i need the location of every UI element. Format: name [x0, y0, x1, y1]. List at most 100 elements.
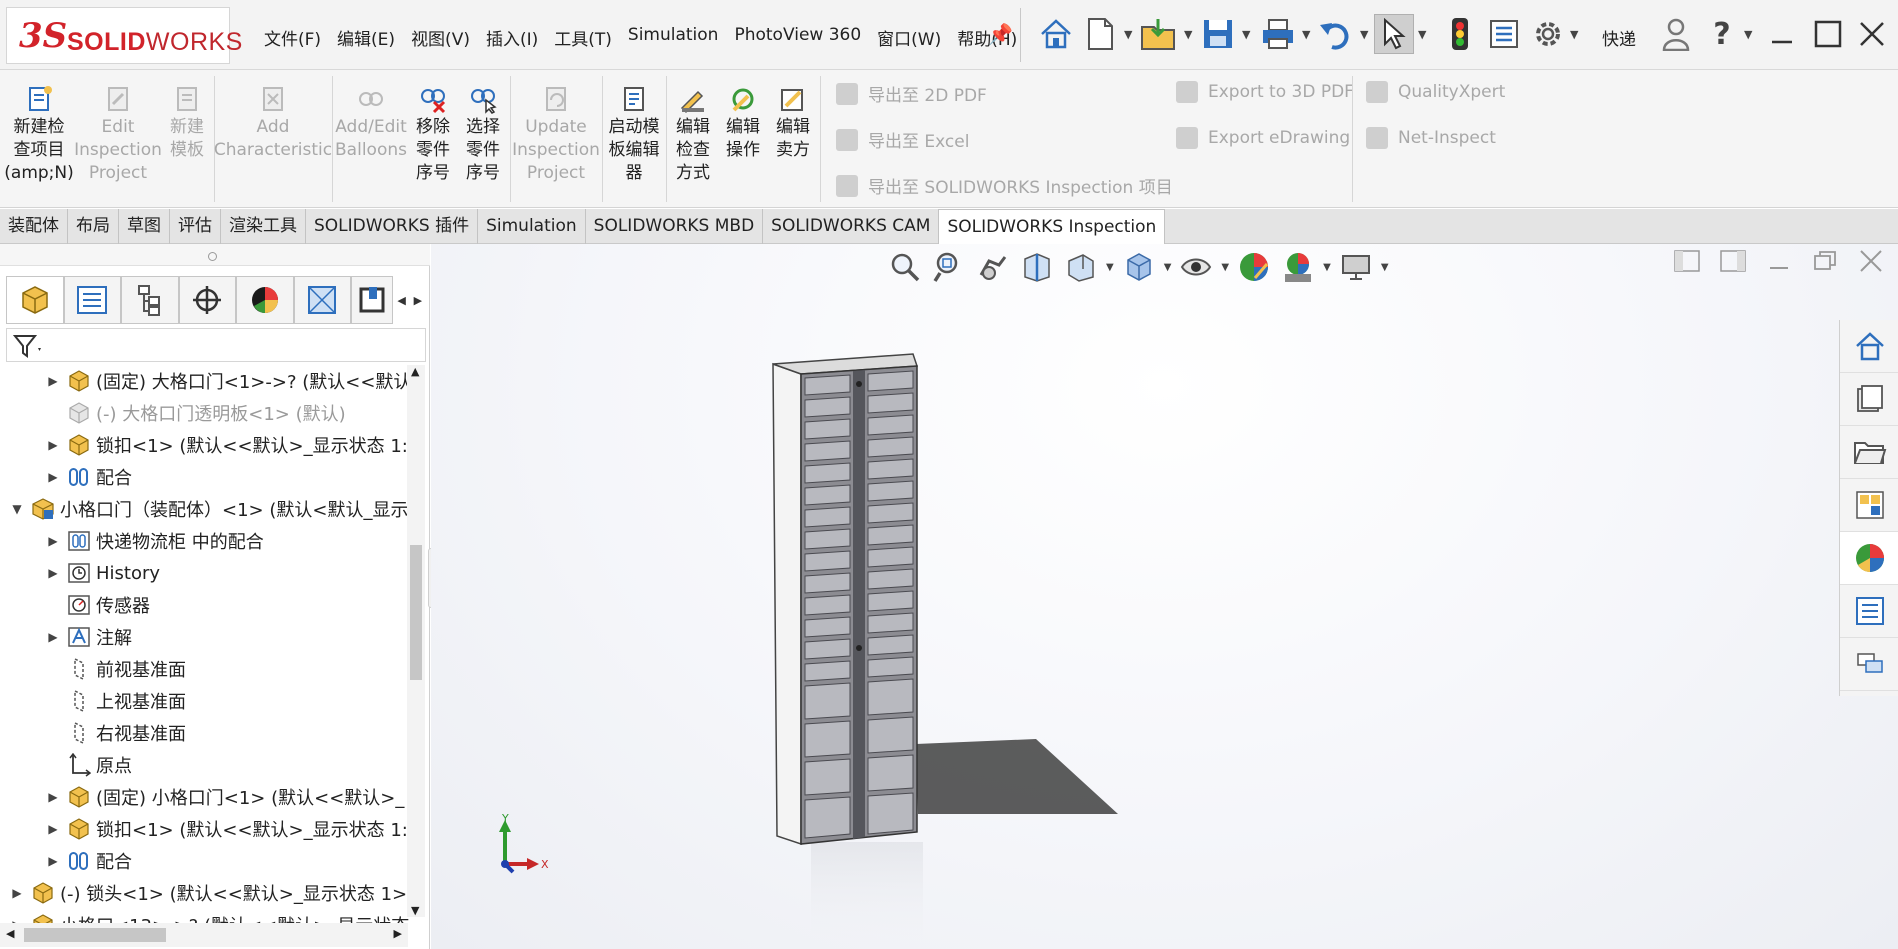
tree-row[interactable]: ▶ (固定) 小格口门<1> (默认<<默认>_	[46, 781, 404, 813]
tree-row[interactable]: ▶ 注解	[46, 621, 132, 653]
user-account-icon[interactable]	[1656, 14, 1696, 54]
expand-arrow-icon[interactable]: ▶	[46, 822, 60, 836]
displaymanager-tab-icon[interactable]	[236, 276, 294, 324]
home-icon[interactable]	[1036, 14, 1076, 54]
net-inspect-button[interactable]: Net-Inspect	[1366, 127, 1496, 149]
tile-left-icon[interactable]	[1670, 244, 1704, 278]
tab-simulation[interactable]: Simulation	[478, 209, 586, 244]
restore-document-icon[interactable]	[1808, 244, 1842, 278]
qualityxpert-button[interactable]: QualityXpert	[1366, 81, 1505, 103]
edit-inspection-method-button[interactable]: 编辑 检查 方式	[670, 84, 716, 185]
file-properties-icon[interactable]	[1484, 14, 1524, 54]
tab-layout[interactable]: 布局	[68, 209, 119, 244]
scrollbar-thumb[interactable]	[410, 545, 422, 680]
chevron-down-icon[interactable]: ▼	[1418, 28, 1426, 41]
filter-icon[interactable]	[13, 333, 43, 359]
tab-evaluate[interactable]: 评估	[170, 209, 221, 244]
menu-tools[interactable]: 工具(T)	[546, 25, 620, 50]
add-characteristic-button[interactable]: Add Characteristic	[214, 84, 332, 162]
maximize-window-icon[interactable]	[1808, 14, 1848, 54]
export-3d-pdf-button[interactable]: Export to 3D PDF	[1176, 81, 1354, 103]
dimxpert-tab-icon[interactable]	[178, 276, 237, 324]
tree-row[interactable]: ▶ 配合	[46, 845, 132, 877]
featuremanager-tab-icon[interactable]	[6, 276, 64, 324]
cam-tab-icon[interactable]	[351, 276, 394, 324]
edit-operation-button[interactable]: 编辑 操作	[720, 84, 766, 162]
tree-row[interactable]: 前视基准面	[60, 653, 186, 685]
expand-arrow-icon[interactable]: ▶	[10, 886, 24, 900]
tab-sw-addins[interactable]: SOLIDWORKS 插件	[306, 209, 479, 244]
propertymanager-tab-icon[interactable]	[63, 276, 122, 324]
section-view-icon[interactable]	[1018, 248, 1056, 286]
new-template-button[interactable]: 新建 模板	[164, 84, 210, 162]
tree-row[interactable]: ▶ 快递物流柜 中的配合	[46, 525, 264, 557]
update-inspection-project-button[interactable]: Update Inspection Project	[512, 84, 600, 185]
menu-window[interactable]: 窗口(W)	[869, 25, 949, 50]
expand-arrow-icon[interactable]: ▶	[46, 470, 60, 484]
export-2d-pdf-button[interactable]: 导出至 2D PDF	[836, 81, 987, 106]
help-icon[interactable]: ?	[1702, 14, 1742, 54]
tab-sw-cam[interactable]: SOLIDWORKS CAM	[763, 209, 940, 244]
display-style-icon[interactable]	[1120, 248, 1158, 286]
print-icon[interactable]	[1258, 14, 1298, 54]
inspection-tab-icon[interactable]	[293, 276, 352, 324]
tree-row[interactable]: ▶ 配合	[46, 461, 132, 493]
design-library-icon[interactable]	[1840, 373, 1898, 426]
chevron-right-icon[interactable]: ▶	[414, 294, 422, 307]
tab-assembly[interactable]: 装配体	[0, 209, 68, 244]
chevron-left-icon[interactable]: ◀	[397, 294, 405, 307]
tree-row[interactable]: ▼ 小格口门（装配体）<1> (默认<默认_显示	[10, 493, 408, 525]
options-gear-icon[interactable]	[1528, 14, 1568, 54]
select-cursor-icon[interactable]	[1374, 14, 1414, 54]
tab-sw-mbd[interactable]: SOLIDWORKS MBD	[586, 209, 764, 244]
chevron-down-icon[interactable]: ▼	[1323, 262, 1331, 273]
zoom-to-fit-icon[interactable]	[886, 248, 924, 286]
splitter-handle[interactable]	[208, 252, 217, 261]
chevron-down-icon[interactable]: ▼	[1381, 262, 1389, 273]
tab-sketch[interactable]: 草图	[119, 209, 170, 244]
collapse-arrow-icon[interactable]: ▼	[10, 502, 24, 516]
tree-row[interactable]: 上视基准面	[60, 685, 186, 717]
pin-icon[interactable]: 📌	[988, 22, 1013, 46]
previous-view-icon[interactable]	[974, 248, 1012, 286]
tree-row[interactable]: 传感器	[60, 589, 150, 621]
scroll-down-icon[interactable]: ▼	[411, 904, 419, 917]
forum-chat-icon[interactable]	[1840, 638, 1898, 691]
tree-filter[interactable]	[6, 328, 426, 362]
export-edrawing-button[interactable]: Export eDrawing	[1176, 127, 1350, 149]
remove-balloon-button[interactable]: 移除 零件 序号	[410, 84, 456, 185]
file-explorer-folder-icon[interactable]	[1840, 426, 1898, 479]
scroll-right-icon[interactable]: ▶	[394, 927, 402, 940]
solidworks-logo[interactable]: 3S SOLIDWORKS	[6, 7, 242, 64]
save-icon[interactable]	[1198, 14, 1238, 54]
expand-arrow-icon[interactable]: ▶	[46, 438, 60, 452]
menu-file[interactable]: 文件(F)	[256, 25, 329, 50]
graphics-area[interactable]: ▼ ▼ ▼ ▼ ▼ Y X	[431, 244, 1898, 949]
scroll-left-icon[interactable]: ◀	[6, 927, 14, 940]
tab-scroll-arrows[interactable]: ◀ ▶	[393, 276, 426, 324]
menu-view[interactable]: 视图(V)	[403, 25, 478, 50]
tree-row[interactable]: 右视基准面	[60, 717, 186, 749]
configurationmanager-tab-icon[interactable]	[121, 276, 179, 324]
sw-resources-home-icon[interactable]	[1840, 320, 1898, 373]
expand-arrow-icon[interactable]: ▶	[46, 534, 60, 548]
chevron-down-icon[interactable]: ▼	[1570, 28, 1578, 41]
tree-horizontal-scrollbar[interactable]: ◀ ▶	[0, 923, 408, 947]
expand-arrow-icon[interactable]: ▶	[46, 630, 60, 644]
tree-row[interactable]: (-) 大格口门透明板<1> (默认)	[46, 397, 346, 429]
rebuild-traffic-light-icon[interactable]	[1440, 14, 1480, 54]
chevron-down-icon[interactable]: ▼	[1744, 28, 1752, 41]
chevron-down-icon[interactable]: ▼	[1360, 28, 1368, 41]
view-orientation-icon[interactable]	[1062, 248, 1100, 286]
edit-appearance-icon[interactable]	[1235, 248, 1273, 286]
undo-icon[interactable]	[1316, 14, 1356, 54]
expand-arrow-icon[interactable]: ▶	[46, 374, 60, 388]
appearances-scenes-icon[interactable]	[1840, 532, 1898, 585]
add-edit-balloons-button[interactable]: Add/Edit Balloons	[335, 84, 407, 162]
tree-row[interactable]: ▶ 锁扣<1> (默认<<默认>_显示状态 1:	[46, 429, 408, 461]
tree-row[interactable]: ▶ 锁扣<1> (默认<<默认>_显示状态 1:	[46, 813, 408, 845]
close-document-icon[interactable]	[1854, 244, 1888, 278]
tree-row[interactable]: ▶ (-) 锁头<1> (默认<<默认>_显示状态 1>	[10, 877, 407, 909]
scrollbar-thumb[interactable]	[24, 928, 166, 942]
chevron-down-icon[interactable]: ▼	[1184, 28, 1192, 41]
